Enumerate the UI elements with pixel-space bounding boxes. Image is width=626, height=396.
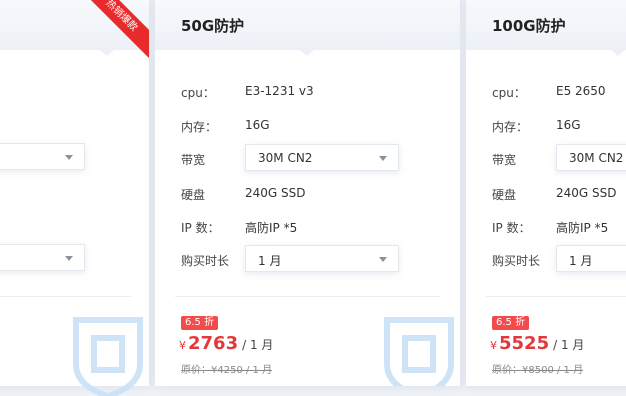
duration-label: 购买时长 [181,254,230,268]
spec-row-ram: 内存： 16G [492,112,626,138]
spec-row-duration: 购买时长 1 月 [492,245,626,272]
original-price: 原价：¥4250 / 1 月 [181,365,273,376]
chevron-down-icon [379,156,387,161]
disk-label: 硬盘 [492,188,517,202]
bandwidth-select[interactable]: 30M CN2 [245,144,399,171]
card-header: 100G防护 [466,0,626,50]
ram-label: 内存： [492,120,529,134]
package-title: 50G防护 [181,17,245,35]
package-card-100g: 100G防护 cpu： E5 2650 内存： 16G 带宽 30M CN2 硬… [466,0,626,386]
spec-row-ram: 内存： 16G [181,112,460,138]
ip-value: 高防IP *5 [245,221,298,235]
spec-row-ip: IP 数： 高防IP *5 [492,213,626,239]
cpu-label: cpu： [492,86,526,100]
discount-badge: 6.5 折 [492,316,530,330]
bandwidth-selected-value: 30M CN2 [569,151,624,165]
duration-selected-value: 1 月 [569,254,593,268]
bandwidth-select[interactable]: 30M CN2 [556,144,626,171]
cpu-value: E3-1231 v3 [245,84,314,98]
price: ¥2763/ 1 月 [179,333,273,354]
package-title: 100G防护 [492,17,566,35]
price-value: 2763 [188,333,239,354]
ram-value: 16G [556,118,581,132]
duration-select[interactable] [0,244,85,271]
spec-row-ip: IP 数： 高防IP *5 [181,213,460,239]
ram-value: 16G [245,118,270,132]
header-notch [300,50,314,56]
currency-symbol: ¥ [179,339,186,352]
spec-row-disk: 硬盘 240G SSD [492,180,626,206]
chevron-down-icon [65,256,73,261]
disk-value: 240G SSD [556,186,617,200]
spec-row-bandwidth: 带宽 30M CN2 [492,144,626,171]
spec-row-disk: 硬盘 240G SSD [181,180,460,206]
duration-select[interactable]: 1 月 [245,245,399,272]
package-card-50g: 50G防护 cpu： E3-1231 v3 内存： 16G 带宽 30M CN2… [155,0,460,386]
chevron-down-icon [379,257,387,262]
header-notch [611,50,625,56]
card-header: 50G防护 [155,0,460,50]
shield-icon [384,317,454,386]
spec-row-cpu: cpu： E3-1231 v3 [181,78,460,104]
header-notch [100,50,114,56]
spec-row-cpu: cpu： E5 2650 [492,78,626,104]
bandwidth-label: 带宽 [492,153,517,167]
ip-label: IP 数： [492,221,531,235]
cpu-label: cpu： [181,86,215,100]
ram-label: 内存： [181,120,218,134]
original-price: 原价：¥8500 / 1 月 [492,365,584,376]
discount-badge: 6.5 折 [181,316,219,330]
card-divider [0,296,131,297]
price: ¥5525/ 1 月 [490,333,584,354]
spec-row-bandwidth: 带宽 30M CN2 [181,144,460,171]
price-period: / 1 月 [553,338,585,352]
duration-selected-value: 1 月 [258,254,282,268]
disk-label: 硬盘 [181,188,206,202]
spec-row-duration: 购买时长 1 月 [181,245,460,272]
ip-label: IP 数： [181,221,220,235]
bandwidth-label: 带宽 [181,153,206,167]
chevron-down-icon [65,155,73,160]
card-divider [486,296,626,297]
cpu-value: E5 2650 [556,84,606,98]
price-value: 5525 [499,333,550,354]
price-period: / 1 月 [242,338,274,352]
duration-label: 购买时长 [492,254,541,268]
currency-symbol: ¥ [490,339,497,352]
ip-value: 高防IP *5 [556,221,609,235]
bandwidth-selected-value: 30M CN2 [258,151,313,165]
disk-value: 240G SSD [245,186,306,200]
duration-select[interactable]: 1 月 [556,245,626,272]
shield-icon [73,317,143,396]
card-divider [175,296,440,297]
bandwidth-select[interactable] [0,143,85,170]
